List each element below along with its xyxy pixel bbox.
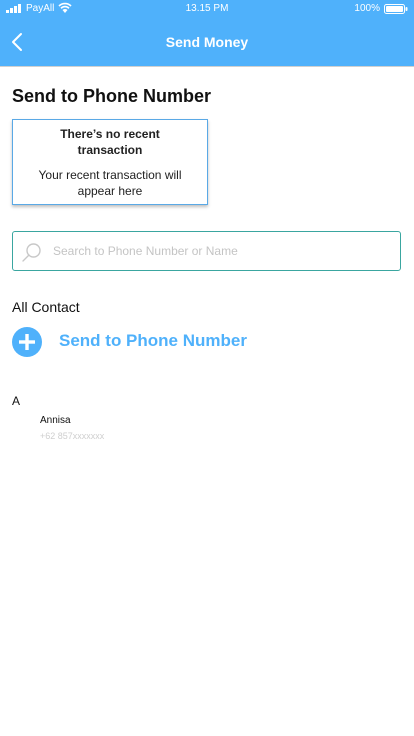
empty-state-title: There’s no recent transaction — [60, 127, 160, 157]
send-to-phone-number-button[interactable]: Send to Phone Number — [12, 327, 272, 357]
status-time: 13.15 PM — [185, 3, 229, 14]
add-circle-icon — [12, 327, 42, 357]
header-title: Send Money — [165, 34, 249, 50]
contact-name: Annisa — [40, 415, 71, 426]
recent-transactions-empty-card: There’s no recent transaction Your recen… — [12, 119, 208, 205]
search-icon — [22, 243, 41, 262]
all-contact-heading: All Contact — [12, 299, 80, 315]
status-bar: PayAll 13.15 PM 100% — [0, 0, 414, 17]
search-box[interactable] — [12, 231, 401, 271]
battery-percent: 100% — [354, 3, 380, 14]
empty-state-subtitle: Your recent transaction will appear here — [38, 168, 182, 198]
battery-icon — [384, 4, 408, 14]
send-to-phone-number-label: Send to Phone Number — [59, 331, 247, 350]
search-input[interactable] — [53, 232, 393, 270]
contact-phone: +62 857xxxxxxx — [40, 431, 105, 441]
contact-item[interactable]: Annisa +62 857xxxxxxx — [40, 413, 240, 447]
contact-group-letter: A — [12, 394, 21, 408]
page-title: Send to Phone Number — [12, 86, 212, 106]
send-money-screen: PayAll 13.15 PM 100% Send Money Send to … — [0, 0, 414, 736]
app-header: PayAll 13.15 PM 100% Send Money — [0, 0, 414, 67]
